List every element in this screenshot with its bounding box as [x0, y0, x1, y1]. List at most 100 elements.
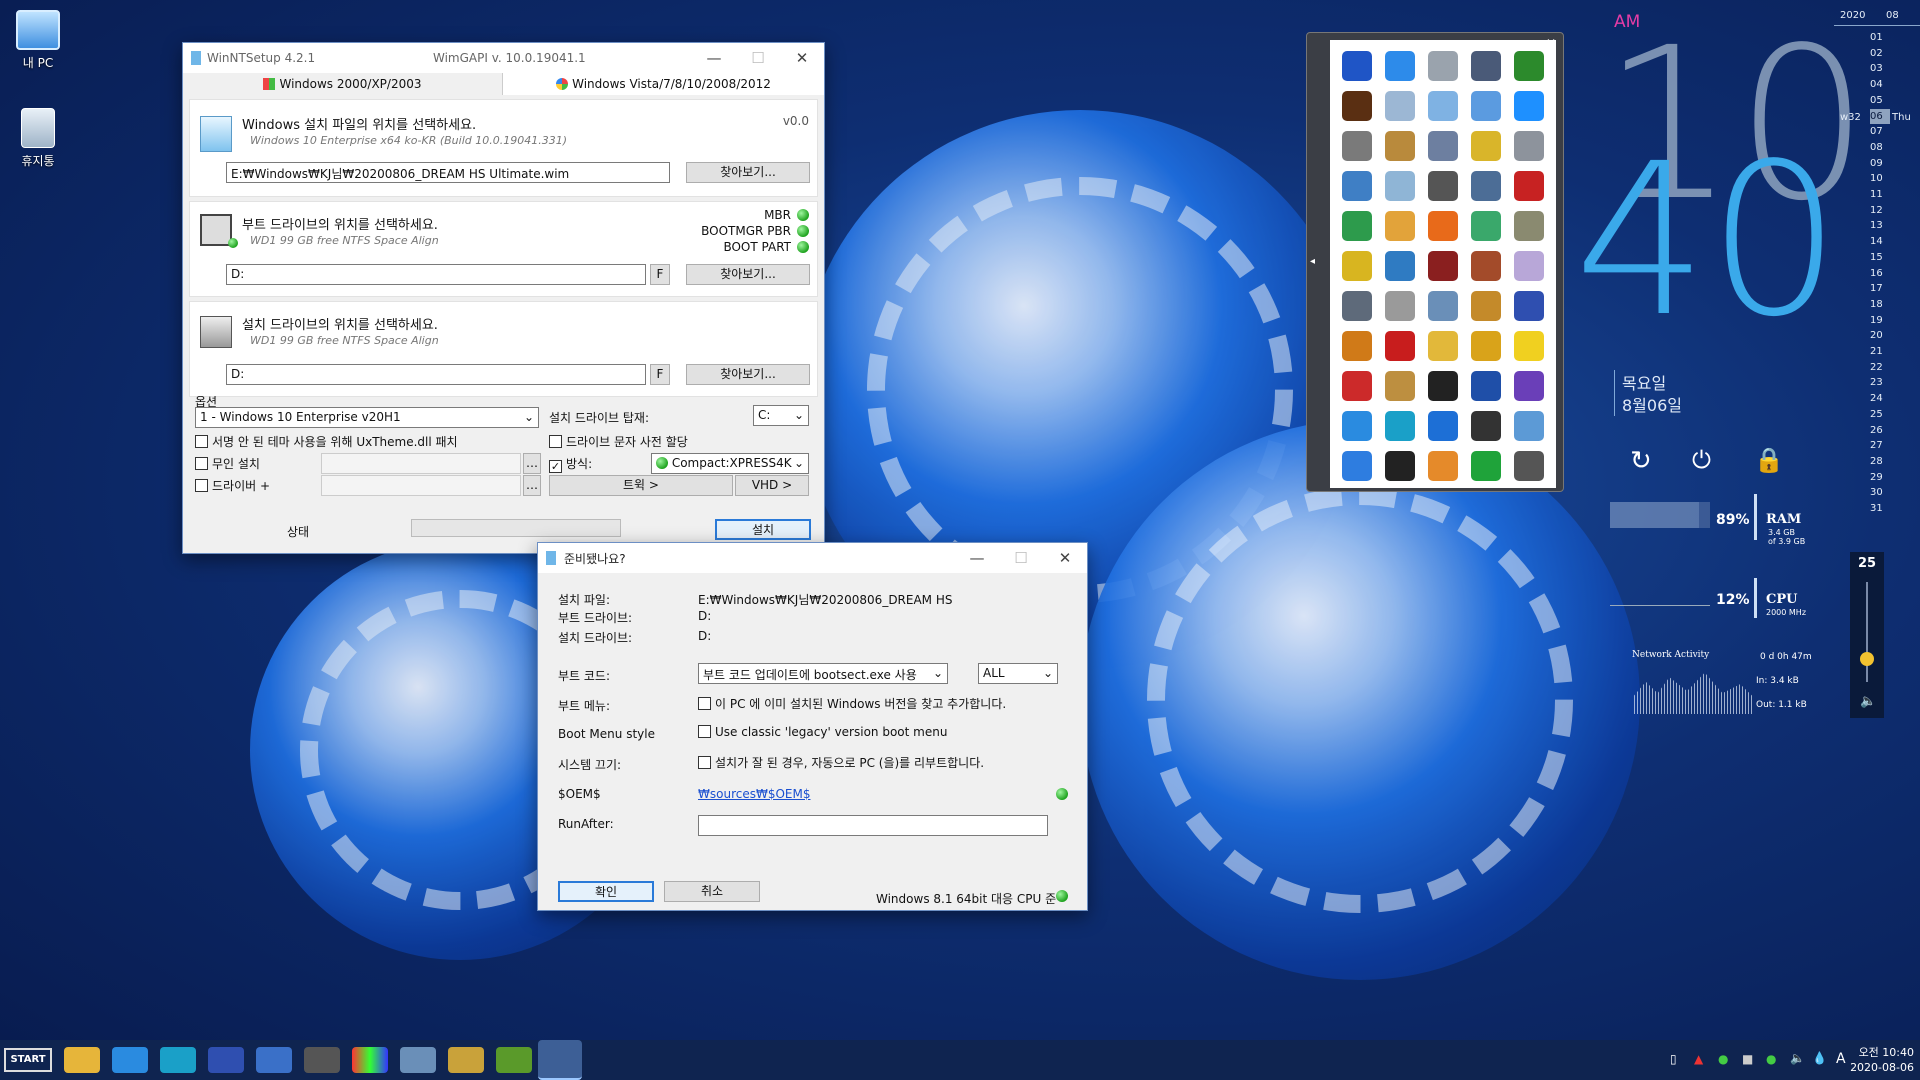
desktop-icon-my-pc[interactable]: 내 PC [8, 10, 68, 71]
tab-vista[interactable]: Windows Vista/7/8/10/2008/2012 [503, 73, 824, 95]
gear-yellow-icon[interactable] [1470, 131, 1501, 161]
install-format-button[interactable]: F [650, 364, 670, 385]
fc-icon[interactable] [1470, 371, 1501, 401]
brush-icon[interactable] [1385, 211, 1416, 241]
driver-input[interactable] [321, 475, 521, 496]
tools-icon[interactable] [1427, 131, 1458, 161]
tray-green-icon[interactable]: ● [1766, 1052, 1776, 1066]
globe-icon[interactable] [1342, 211, 1373, 241]
cpu-chip-icon[interactable] [1513, 371, 1544, 401]
boot-drive-input[interactable]: D: [226, 264, 646, 285]
browse-boot-button[interactable]: 찾아보기... [686, 264, 810, 285]
shutdown-icon[interactable]: ⏻ [1692, 446, 1711, 474]
mode-select[interactable]: Compact:XPRESS4K ⌄ [651, 453, 809, 474]
bug-icon[interactable] [1513, 171, 1544, 201]
chip-icon[interactable] [1427, 171, 1458, 201]
magic-icon[interactable] [1470, 331, 1501, 361]
tweak-button[interactable]: 트윅 > [549, 475, 733, 496]
restart-icon[interactable]: ↻ [1630, 446, 1652, 476]
photo-icon[interactable] [1513, 211, 1544, 241]
rh-icon[interactable] [1385, 251, 1416, 281]
volume-slider[interactable] [1860, 582, 1874, 682]
key-icon[interactable] [1427, 331, 1458, 361]
monitor-dark-icon[interactable] [1427, 371, 1458, 401]
mode-checkbox[interactable]: ✓ 방식: [549, 455, 592, 473]
chip-icon[interactable] [304, 1047, 340, 1073]
unattend-input[interactable] [321, 453, 521, 474]
oem-link[interactable]: ₩sources₩$OEM$ [698, 787, 810, 801]
bridge-icon[interactable] [1342, 91, 1373, 121]
runafter-input[interactable] [698, 815, 1048, 836]
ie-icon[interactable] [1342, 411, 1373, 441]
install-drive-input[interactable]: D: [226, 364, 646, 385]
network-tool-icon[interactable] [1427, 291, 1458, 321]
tray-alert-icon[interactable]: ▲ [1694, 1052, 1703, 1066]
gstart-icon[interactable] [1427, 211, 1458, 241]
alert-icon[interactable] [1385, 451, 1416, 481]
disk-scan-icon[interactable] [1342, 291, 1373, 321]
drive-letter-checkbox[interactable]: 드라이브 문자 사전 할당 [549, 433, 688, 450]
clock-tool-icon[interactable] [1470, 51, 1501, 81]
minimize-button[interactable]: — [955, 543, 999, 573]
unattend-checkbox[interactable]: 무인 설치 [195, 455, 260, 472]
ime-indicator[interactable]: A [1836, 1051, 1846, 1067]
start-button[interactable]: START [4, 1048, 52, 1072]
tab-xp[interactable]: Windows 2000/XP/2003 [183, 73, 503, 95]
cubes-icon[interactable] [1470, 251, 1501, 281]
r-icon[interactable] [1427, 251, 1458, 281]
minimize-button[interactable]: — [692, 43, 736, 73]
network-tool-icon[interactable] [400, 1047, 436, 1073]
close-button[interactable]: ✕ [780, 43, 824, 73]
unattend-browse-button[interactable]: … [523, 453, 541, 474]
edition-select[interactable]: 1 - Windows 10 Enterprise v20H1 ⌄ [195, 407, 539, 428]
puzzle-icon[interactable] [1342, 251, 1373, 281]
browse-source-button[interactable]: 찾아보기... [686, 162, 810, 183]
app-a-icon[interactable] [1342, 51, 1373, 81]
search-icon[interactable] [1342, 331, 1373, 361]
torrent-icon[interactable] [1470, 451, 1501, 481]
usb-icon[interactable] [1513, 131, 1544, 161]
file-explorer-icon[interactable] [64, 1047, 100, 1073]
bootmenu-checkbox[interactable]: 이 PC 에 이미 설치된 Windows 버전을 찾고 추가합니다. [698, 695, 1006, 712]
taskbar-time[interactable]: 오전 10:40 [1846, 1044, 1914, 1060]
volume-slider-thumb[interactable] [1860, 652, 1874, 666]
cube-icon[interactable] [1513, 411, 1544, 441]
edge-icon[interactable] [1385, 411, 1416, 441]
drive-tool-icon[interactable] [1427, 51, 1458, 81]
trash-icon[interactable] [1513, 451, 1544, 481]
np-icon[interactable] [1385, 331, 1416, 361]
tray-usb-icon[interactable]: ▯ [1670, 1052, 1677, 1066]
save-icon[interactable] [1513, 291, 1544, 321]
computer-icon[interactable] [1470, 171, 1501, 201]
disc-icon[interactable] [1513, 251, 1544, 281]
dialog-title-bar[interactable]: 준비됐나요? — ☐ ✕ [538, 543, 1087, 573]
boot-format-button[interactable]: F [650, 264, 670, 285]
bootcode-select[interactable]: 부트 코드 업데이트에 bootsect.exe 사용 ⌄ [698, 663, 948, 684]
vhd-button[interactable]: VHD > [735, 475, 809, 496]
install-button[interactable]: 설치 [715, 519, 811, 540]
maximize-button[interactable]: ☐ [999, 543, 1043, 573]
windows-icon[interactable] [1513, 91, 1544, 121]
media-icon[interactable] [1427, 451, 1458, 481]
pdf-icon[interactable] [1513, 331, 1544, 361]
leaf-icon[interactable] [496, 1047, 532, 1073]
driver-checkbox[interactable]: 드라이버 + [195, 477, 270, 494]
color-icon[interactable] [352, 1047, 388, 1073]
printer-icon[interactable] [1342, 131, 1373, 161]
reboot-checkbox[interactable]: 설치가 잘 된 경우, 자동으로 PC (을)를 리부트합니다. [698, 754, 984, 771]
browse-install-button[interactable]: 찾아보기... [686, 364, 810, 385]
document-icon[interactable] [1385, 171, 1416, 201]
launcher-collapse-icon[interactable]: ◂ [1310, 256, 1315, 267]
title-bar[interactable]: WinNTSetup 4.2.1 WimGAPI v. 10.0.19041.1… [183, 43, 824, 73]
lock-icon[interactable]: 🔒 [1754, 446, 1784, 474]
usb-stick-icon[interactable] [1385, 291, 1416, 321]
sync-icon[interactable] [1385, 51, 1416, 81]
bootcode-target-select[interactable]: ALL ⌄ [978, 663, 1058, 684]
mount-drive-select[interactable]: C: ⌄ [753, 405, 809, 426]
legacy-bootmenu-checkbox[interactable]: Use classic 'legacy' version boot menu [698, 725, 947, 739]
edge-icon[interactable] [160, 1047, 196, 1073]
taskbar-date[interactable]: 2020-08-06 [1846, 1061, 1914, 1074]
maximize-button[interactable]: ☐ [736, 43, 780, 73]
driver-browse-button[interactable]: … [523, 475, 541, 496]
source-path-input[interactable]: E:₩Windows₩KJ님₩20200806_DREAM HS Ultimat… [226, 162, 670, 183]
